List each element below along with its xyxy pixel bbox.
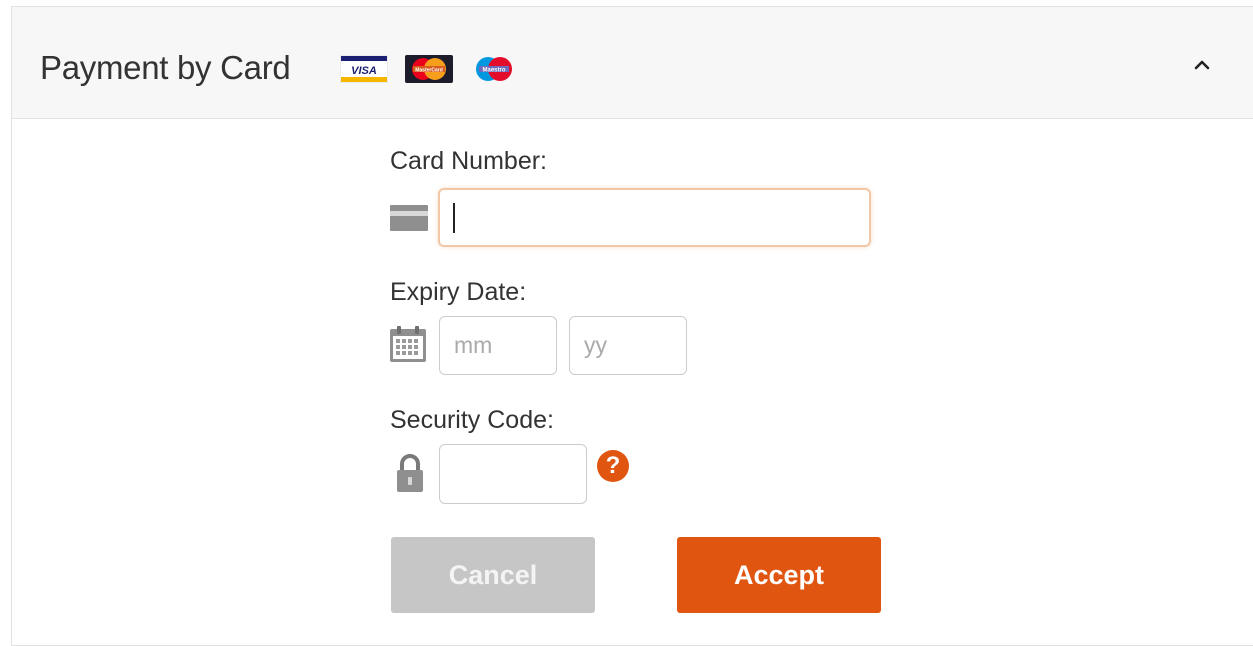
- credit-card-icon: [390, 205, 428, 231]
- cancel-button[interactable]: Cancel: [391, 537, 595, 613]
- panel-header[interactable]: Payment by Card VISA MasterCard Maestro: [12, 7, 1253, 119]
- payment-panel: Payment by Card VISA MasterCard Maestro …: [11, 6, 1253, 646]
- svg-text:Maestro: Maestro: [482, 67, 505, 73]
- svg-text:VISA: VISA: [351, 65, 377, 77]
- chevron-up-icon[interactable]: [1187, 53, 1217, 77]
- lock-icon: [397, 454, 423, 492]
- card-number-label: Card Number:: [390, 147, 547, 175]
- maestro-logo-icon: Maestro: [476, 57, 512, 81]
- expiry-month-input[interactable]: [439, 316, 557, 375]
- security-code-input[interactable]: [439, 444, 587, 504]
- help-icon[interactable]: ?: [597, 450, 629, 482]
- calendar-icon: [390, 326, 426, 362]
- text-cursor: [453, 203, 455, 233]
- expiry-year-input[interactable]: [569, 316, 687, 375]
- svg-text:MasterCard: MasterCard: [415, 68, 443, 74]
- mastercard-logo-icon: MasterCard: [405, 55, 453, 83]
- visa-logo-icon: VISA: [340, 55, 388, 83]
- accept-button[interactable]: Accept: [677, 537, 881, 613]
- panel-title: Payment by Card: [40, 49, 291, 86]
- expiry-date-label: Expiry Date:: [390, 278, 527, 306]
- security-code-label: Security Code:: [390, 406, 554, 434]
- card-number-input[interactable]: [438, 188, 871, 247]
